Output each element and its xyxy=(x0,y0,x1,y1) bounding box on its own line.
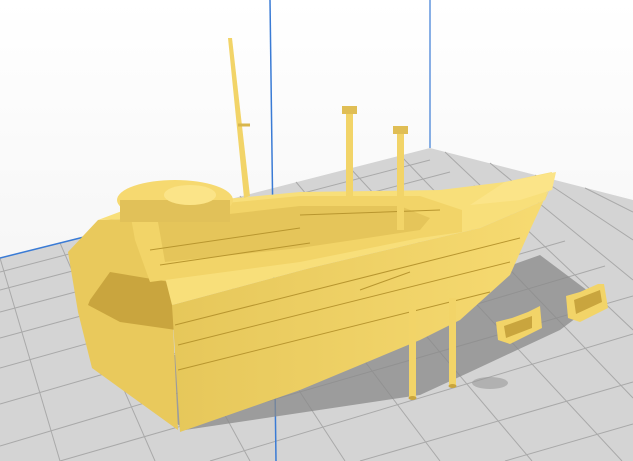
funnel-left-cap xyxy=(342,106,357,114)
mast-pole-left[interactable] xyxy=(408,310,417,400)
scene-canvas[interactable] xyxy=(0,0,633,461)
mast-pole-right[interactable] xyxy=(448,298,457,388)
shadow-blob xyxy=(472,377,508,389)
funnel-right xyxy=(397,130,404,230)
funnel-left xyxy=(346,110,353,206)
dome-top xyxy=(164,185,216,205)
funnel-right-cap xyxy=(393,126,408,134)
dome-side xyxy=(120,200,230,222)
3d-viewport[interactable] xyxy=(0,0,633,461)
